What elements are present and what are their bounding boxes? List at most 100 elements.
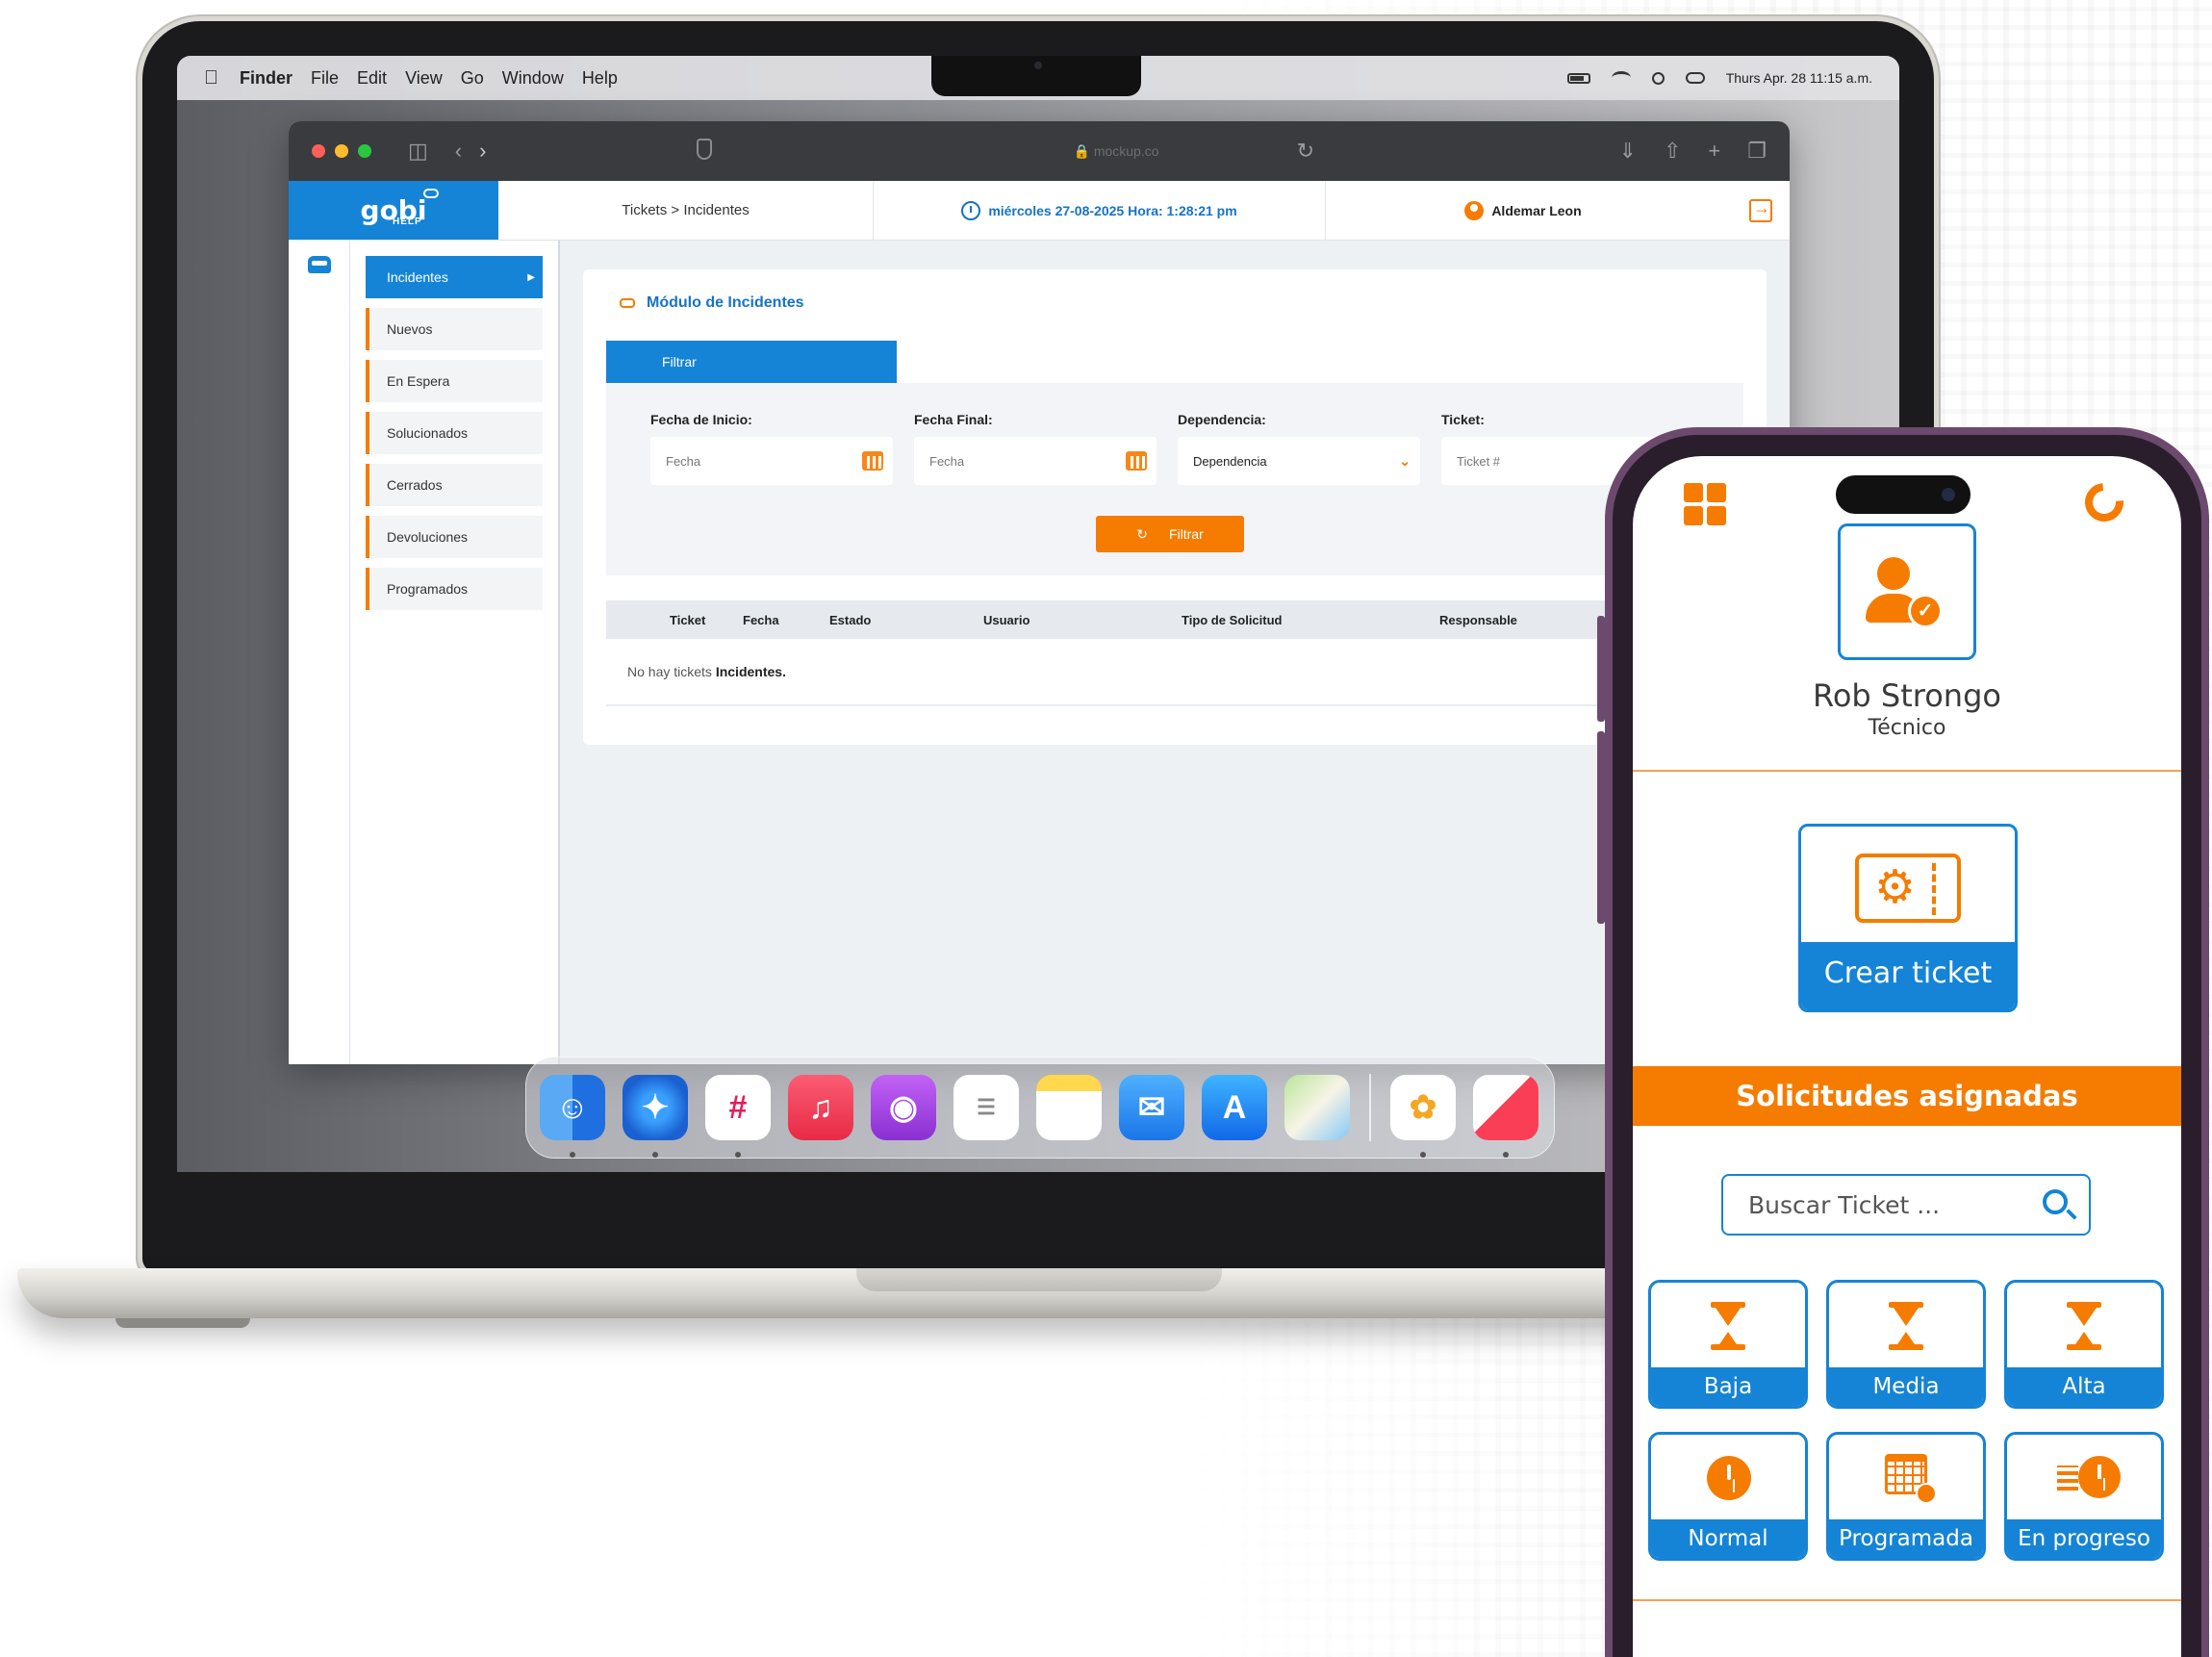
laptop-foot — [115, 1318, 250, 1328]
tab-overview-icon[interactable]: ❐ — [1747, 139, 1767, 164]
sidebar-toggle-icon[interactable]: ◫ — [408, 139, 428, 164]
battery-icon[interactable] — [1566, 72, 1590, 84]
menubar-clock[interactable]: Thurs Apr. 28 11:15 a.m. — [1726, 70, 1872, 86]
safari-icon[interactable]: ✦ — [623, 1075, 688, 1158]
submenu: Incidentes ▶ Nuevos En Espera Solucionad… — [350, 241, 560, 1064]
end-date-placeholder: Fecha — [929, 453, 965, 469]
alta-button[interactable]: Alta — [2004, 1280, 2164, 1409]
new-tab-icon[interactable]: + — [1708, 139, 1720, 164]
submenu-item-solucionados[interactable]: Solucionados — [366, 412, 543, 454]
menubar-item-window[interactable]: Window — [502, 68, 564, 89]
submenu-label: Incidentes — [387, 269, 448, 285]
maps-icon[interactable] — [1284, 1075, 1350, 1140]
logout-icon[interactable] — [1749, 198, 1772, 222]
ticket-placeholder: Ticket # — [1457, 453, 1501, 469]
share-icon[interactable]: ⇧ — [1664, 139, 1681, 164]
submenu-item-programados[interactable]: Programados — [366, 568, 543, 610]
check-icon: ✓ — [1908, 594, 1943, 628]
refresh-icon: ↻ — [1136, 525, 1148, 542]
create-ticket-button[interactable]: Crear ticket — [1798, 824, 2018, 1012]
news-icon[interactable] — [1473, 1075, 1538, 1158]
menubar-item-view[interactable]: View — [405, 68, 443, 89]
app-header: gobi HELP Tickets > Incidentes miércoles… — [289, 181, 1790, 241]
back-icon[interactable]: ‹ — [455, 139, 462, 164]
calendar-icon[interactable] — [1126, 451, 1147, 471]
media-label: Media — [1829, 1367, 1983, 1406]
start-date-input[interactable]: Fecha — [650, 437, 893, 485]
baja-button[interactable]: Baja — [1648, 1280, 1808, 1409]
clock-icon — [1707, 1456, 1751, 1500]
user-check-icon — [1877, 557, 1910, 590]
dependencia-select[interactable]: Dependencia ⌄ — [1178, 437, 1420, 485]
inbox-icon[interactable] — [307, 256, 331, 273]
submenu-item-incidentes[interactable]: Incidentes ▶ — [366, 256, 543, 298]
submenu-item-cerrados[interactable]: Cerrados — [366, 464, 543, 506]
finder-icon[interactable]: ☺ — [540, 1075, 605, 1158]
photos-icon[interactable]: ✿ — [1390, 1075, 1456, 1158]
calendar-icon[interactable] — [862, 451, 883, 471]
app-store-icon[interactable]: A — [1202, 1075, 1267, 1140]
address-bar-url: mockup.co — [1093, 143, 1159, 159]
menubar-item-help[interactable]: Help — [582, 68, 618, 89]
assigned-requests-header: Solicitudes asignadas — [1633, 1066, 2181, 1126]
end-date-input[interactable]: Fecha — [914, 437, 1157, 485]
close-window-button[interactable] — [312, 144, 325, 158]
normal-label: Normal — [1651, 1519, 1805, 1558]
user-info[interactable]: Aldemar Leon — [1326, 181, 1720, 240]
column-usuario[interactable]: Usuario — [983, 613, 1030, 627]
apple-menu-icon[interactable]:  — [204, 67, 218, 89]
filter-button[interactable]: ↻ Filtrar — [1096, 516, 1244, 552]
podcasts-icon[interactable]: ◉ — [871, 1075, 936, 1140]
menubar-item-file[interactable]: File — [311, 68, 339, 89]
search-icon[interactable] — [2043, 1189, 2068, 1214]
programada-button[interactable]: Programada — [1826, 1432, 1986, 1561]
music-icon[interactable]: ♫ — [788, 1075, 853, 1140]
breadcrumb[interactable]: Tickets > Incidentes — [498, 181, 874, 240]
column-responsable[interactable]: Responsable — [1439, 613, 1517, 627]
running-indicator — [570, 1152, 575, 1158]
search-placeholder: Buscar Ticket ... — [1748, 1190, 1941, 1219]
filter-tab[interactable]: Filtrar — [606, 341, 897, 383]
column-estado[interactable]: Estado — [829, 613, 871, 627]
column-fecha[interactable]: Fecha — [743, 613, 779, 627]
notes-icon[interactable] — [1036, 1075, 1102, 1140]
search-input[interactable]: Buscar Ticket ... — [1721, 1174, 2091, 1236]
submenu-item-nuevos[interactable]: Nuevos — [366, 308, 543, 350]
menubar-app-name[interactable]: Finder — [240, 68, 292, 89]
zoom-window-button[interactable] — [358, 144, 371, 158]
wifi-icon[interactable] — [1611, 71, 1631, 85]
reminders-icon[interactable]: ☰ — [953, 1075, 1019, 1140]
normal-button[interactable]: Normal — [1648, 1432, 1808, 1561]
spotlight-search-icon[interactable] — [1651, 71, 1665, 85]
address-bar[interactable]: 🔒 mockup.co — [770, 133, 1462, 169]
forward-icon[interactable]: › — [479, 139, 486, 164]
dependencia-label: Dependencia: — [1178, 412, 1266, 427]
dependencia-value: Dependencia — [1193, 453, 1267, 469]
minimize-window-button[interactable] — [335, 144, 348, 158]
menubar-item-go[interactable]: Go — [461, 68, 484, 89]
start-date-label: Fecha de Inicio: — [650, 412, 752, 427]
download-icon[interactable]: ⇓ — [1619, 139, 1637, 164]
menubar-item-edit[interactable]: Edit — [357, 68, 387, 89]
column-ticket[interactable]: Ticket — [670, 613, 705, 627]
app-logo[interactable]: gobi HELP — [289, 181, 498, 240]
menubar-status-area: Thurs Apr. 28 11:15 a.m. — [1566, 56, 1872, 100]
grid-menu-icon[interactable] — [1684, 483, 1726, 525]
running-indicator — [735, 1152, 741, 1158]
control-center-icon[interactable] — [1685, 72, 1705, 84]
datetime-text: miércoles 27-08-2025 Hora: 1:28:21 pm — [988, 202, 1237, 218]
chevron-down-icon: ⌄ — [1399, 452, 1411, 469]
bottom-divider — [1633, 1599, 2181, 1601]
volume-down-button — [1597, 731, 1605, 837]
submenu-item-en-espera[interactable]: En Espera — [366, 360, 543, 402]
filter-panel: Fecha de Inicio: Fecha Fecha Final: Fech… — [606, 383, 1743, 575]
en-progreso-button[interactable]: En progreso — [2004, 1432, 2164, 1561]
submenu-item-devoluciones[interactable]: Devoluciones — [366, 516, 543, 558]
refresh-icon[interactable] — [2076, 474, 2132, 530]
reload-icon[interactable]: ↻ — [1297, 139, 1314, 164]
column-tipo-solicitud[interactable]: Tipo de Solicitud — [1182, 613, 1282, 627]
slack-icon[interactable]: # — [705, 1075, 771, 1158]
privacy-shield-icon[interactable] — [697, 139, 712, 160]
media-button[interactable]: Media — [1826, 1280, 1986, 1409]
mail-icon[interactable]: ✉ — [1119, 1075, 1184, 1140]
